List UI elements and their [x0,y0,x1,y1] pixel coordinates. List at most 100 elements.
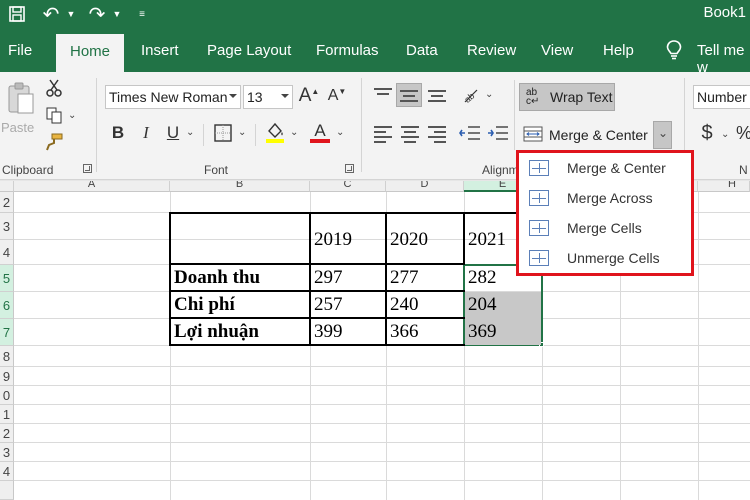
tab-home[interactable]: Home [56,34,125,72]
paste-icon[interactable] [2,78,38,118]
row-header[interactable]: 1 [0,405,14,424]
borders-dropdown-icon[interactable]: ⌄ [238,127,246,138]
row-header[interactable]: 2 [0,424,14,443]
underline-dropdown-icon[interactable]: ⌄ [186,127,194,138]
wrap-text-button[interactable]: ab c↵ Wrap Text [519,83,615,111]
tab-file[interactable]: File [8,42,32,59]
cut-icon[interactable] [44,78,64,98]
decrease-indent-icon[interactable] [458,122,482,144]
align-middle-button[interactable] [396,83,422,107]
customize-toolbar-icon[interactable]: ≡ [134,2,150,26]
table-cell[interactable]: 204 [465,292,541,318]
tab-review[interactable]: Review [467,42,516,59]
align-middle-icon [400,90,418,105]
font-launcher-icon[interactable] [345,164,354,173]
fill-color-dropdown-icon[interactable]: ⌄ [290,127,298,138]
chevron-down-icon [281,94,289,98]
row-header[interactable]: 6 [0,292,14,319]
align-right-icon[interactable] [428,126,446,146]
column-header-d[interactable]: D [386,181,464,192]
lightbulb-icon[interactable] [666,40,682,64]
row-header[interactable]: 8 [0,346,14,367]
percent-button[interactable]: % [736,120,750,146]
copy-icon[interactable] [44,105,64,125]
undo-icon[interactable]: ↶ [38,2,64,26]
menu-item-merge-center[interactable]: Merge & Center [525,155,691,181]
merge-dropdown-button[interactable]: ⌄ [653,121,672,149]
currency-button[interactable]: $ [697,120,717,146]
row-header[interactable] [0,481,14,500]
column-header-b[interactable]: B [170,181,310,192]
tell-me-search[interactable]: Tell me w [697,42,750,76]
table-row-label[interactable]: Lợi nhuận [171,318,309,345]
row-header[interactable]: 4 [0,240,14,265]
menu-item-merge-cells[interactable]: Merge Cells [525,215,691,241]
align-top-icon[interactable] [374,88,392,98]
table-cell[interactable]: 277 [387,264,463,291]
row-header[interactable]: 3 [0,443,14,462]
clipboard-launcher-icon[interactable] [83,164,92,173]
row-header[interactable]: 7 [0,319,14,346]
column-header-h[interactable]: H [698,181,750,192]
orientation-icon[interactable]: ab [460,84,482,106]
italic-button[interactable]: I [137,122,155,144]
tab-formulas[interactable]: Formulas [316,42,379,59]
tab-insert[interactable]: Insert [141,42,179,59]
window-title: Book1 [703,4,746,21]
column-header-c[interactable]: C [310,181,386,192]
row-header[interactable]: 9 [0,367,14,386]
tab-data[interactable]: Data [406,42,438,59]
redo-dropdown-icon[interactable]: ▼ [110,2,124,26]
font-color-button[interactable]: A [308,120,332,144]
tab-page-layout[interactable]: Page Layout [207,42,291,59]
menu-item-unmerge-cells[interactable]: Unmerge Cells [525,245,691,271]
align-left-icon[interactable] [374,126,392,146]
menu-item-label: Merge Cells [567,220,642,236]
table-cell[interactable]: 240 [387,291,463,318]
table-cell[interactable]: 369 [465,319,541,345]
table-cell[interactable]: 2019 [311,223,385,257]
table-row-label[interactable]: Chi phí [171,291,309,318]
menu-item-merge-across[interactable]: Merge Across [525,185,691,211]
tab-help[interactable]: Help [603,42,634,59]
format-painter-icon[interactable] [44,132,64,152]
row-header[interactable]: 4 [0,462,14,481]
merge-center-button[interactable]: Merge & Center [519,121,671,149]
row-header[interactable]: 0 [0,386,14,405]
bold-button[interactable]: B [108,122,128,144]
font-color-dropdown-icon[interactable]: ⌄ [336,127,344,138]
underline-button[interactable]: U [164,122,182,144]
fill-color-icon[interactable] [263,120,287,144]
increase-indent-icon[interactable] [486,122,510,144]
copy-dropdown-icon[interactable]: ⌄ [68,110,76,121]
decrease-font-size-button[interactable]: A ▼ [326,84,348,108]
borders-icon[interactable] [212,122,234,144]
table-row-label[interactable]: Doanh thu [171,264,309,291]
align-center-icon[interactable] [401,126,419,146]
select-all-corner[interactable] [0,181,14,192]
tab-view[interactable]: View [541,42,573,59]
table-border [169,290,465,292]
align-bottom-icon[interactable] [428,90,446,105]
table-cell[interactable]: 257 [311,291,385,318]
orientation-dropdown-icon[interactable]: ⌄ [485,89,493,100]
table-cell[interactable]: 297 [311,264,385,291]
increase-font-size-button[interactable]: A ▲ [298,84,320,108]
font-size-select[interactable]: 13 [243,85,293,109]
number-format-select[interactable]: Number [693,85,750,109]
undo-dropdown-icon[interactable]: ▼ [64,2,78,26]
row-header[interactable]: 5 [0,265,14,292]
row-header[interactable]: 3 [0,213,14,240]
paste-label[interactable]: Paste [1,120,34,135]
table-cell[interactable]: 399 [311,318,385,345]
currency-dropdown-icon[interactable]: ⌄ [721,129,729,140]
column-header-a[interactable]: A [14,181,170,192]
caret-down-icon: ▼ [338,86,347,96]
redo-icon[interactable]: ↷ [84,2,110,26]
row-header[interactable]: 2 [0,192,14,213]
table-cell[interactable]: 366 [387,318,463,345]
font-name-select[interactable]: Times New Roman [105,85,241,109]
save-icon[interactable] [6,2,28,26]
chevron-down-icon: ⌄ [658,126,669,140]
table-cell[interactable]: 2020 [387,223,463,257]
